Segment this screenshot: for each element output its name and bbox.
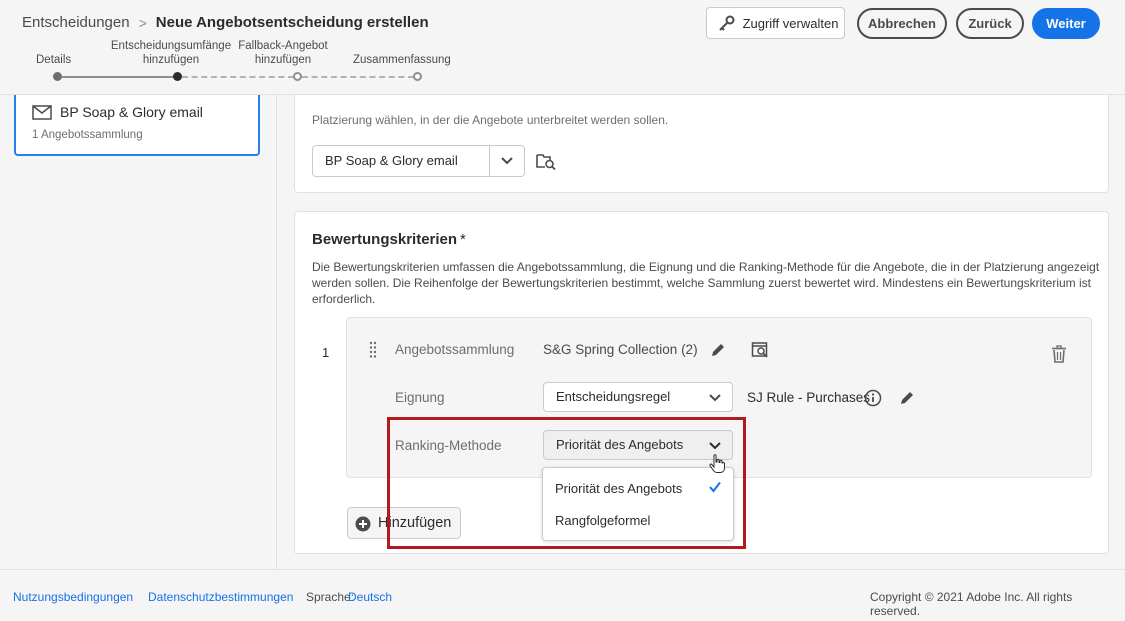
chevron-down-icon (501, 157, 513, 165)
add-circle-icon (355, 516, 371, 532)
trash-icon[interactable] (1051, 345, 1067, 363)
breadcrumb-separator: > (138, 14, 147, 31)
step-connector (62, 76, 174, 78)
criteria-heading-text: Bewertungskriterien (312, 231, 458, 248)
info-icon[interactable] (864, 389, 882, 407)
language-label: Sprache: (306, 590, 355, 604)
hand-cursor-icon (709, 454, 725, 473)
ranking-option-label: Priorität des Angebots (555, 481, 683, 496)
criteria-description: Die Bewertungskriterien umfassen die Ang… (312, 260, 1100, 306)
eligibility-select-value: Entscheidungsregel (556, 389, 671, 404)
back-button[interactable]: Zurück (956, 8, 1024, 39)
step-summary-label: Zusammenfassung (353, 54, 451, 66)
key-icon (719, 15, 735, 31)
step-details-label: Details (36, 54, 72, 66)
placement-card-name: BP Soap & Glory email (60, 104, 203, 120)
chevron-down-icon (709, 394, 721, 402)
step-connector (302, 76, 414, 78)
ranking-option-offer-priority[interactable]: Priorität des Angebots (543, 474, 733, 504)
step-indicator: Details Entscheidungsumfänge hinzufügen … (0, 36, 460, 86)
placement-card[interactable]: BP Soap & Glory email 1 Angebotssammlung (14, 95, 260, 156)
footer: Nutzungsbedingungen Datenschutzbestimmun… (0, 569, 1125, 621)
step-scopes-dot (173, 72, 182, 81)
criterion-number: 1 (322, 345, 330, 360)
ranking-method-popover: Priorität des Angebots Rangfolgeformel (542, 467, 734, 541)
step-scopes-line2: hinzufügen (142, 54, 200, 66)
step-fallback-line1: Fallback-Angebot (238, 40, 328, 52)
placement-hint: Platzierung wählen, in der die Angebote … (312, 113, 669, 127)
step-fallback-dot (293, 72, 302, 81)
criteria-heading: Bewertungskriterien * (312, 231, 466, 248)
language-link[interactable]: Deutsch (348, 590, 392, 604)
breadcrumb-parent-link[interactable]: Entscheidungen (22, 14, 130, 31)
edit-rule-icon[interactable] (899, 390, 915, 406)
privacy-link[interactable]: Datenschutzbestimmungen (148, 590, 293, 604)
placement-panel: Platzierung wählen, in der die Angebote … (294, 95, 1109, 193)
eligibility-label: Eignung (395, 390, 445, 405)
manage-access-label: Zugriff verwalten (742, 15, 839, 31)
cancel-button[interactable]: Abbrechen (857, 8, 947, 39)
placement-sidebar: BP Soap & Glory email 1 Angebotssammlung (0, 95, 277, 569)
ranking-option-label: Rangfolgeformel (555, 513, 651, 528)
step-fallback-line2: hinzufügen (254, 54, 312, 66)
step-summary-dot (413, 72, 422, 81)
select-divider (489, 146, 490, 176)
page-title: Neue Angebotsentscheidung erstellen (155, 14, 429, 31)
ranking-option-formula[interactable]: Rangfolgeformel (543, 506, 733, 536)
drag-handle-icon[interactable] (369, 341, 377, 359)
eligibility-select[interactable]: Entscheidungsregel (543, 382, 733, 412)
next-button[interactable]: Weiter (1032, 8, 1100, 39)
required-marker: * (460, 231, 466, 248)
step-connector (182, 76, 294, 78)
checkmark-icon (709, 481, 721, 493)
step-scopes-label: Entscheidungsumfänge hinzufügen (106, 39, 236, 67)
browse-placement-icon[interactable] (536, 152, 556, 170)
offer-collection-label: Angebotssammlung (395, 342, 515, 357)
copyright-text: Copyright © 2021 Adobe Inc. All rights r… (870, 590, 1073, 618)
header: Entscheidungen > Neue Angebotsentscheidu… (0, 0, 1125, 95)
step-fallback-label: Fallback-Angebot hinzufügen (228, 39, 338, 67)
placement-card-subtitle: 1 Angebotssammlung (32, 129, 143, 141)
step-scopes-line1: Entscheidungsumfänge (110, 40, 232, 52)
placement-select[interactable]: BP Soap & Glory email (312, 145, 525, 177)
manage-access-button[interactable]: Zugriff verwalten (706, 7, 845, 39)
breadcrumb: Entscheidungen > Neue Angebotsentscheidu… (22, 14, 429, 31)
offer-collection-value: S&G Spring Collection (2) (543, 342, 698, 357)
browse-collection-icon[interactable] (751, 341, 771, 359)
edit-collection-icon[interactable] (710, 342, 726, 358)
rule-name: SJ Rule - Purchases (747, 390, 871, 405)
mail-icon (32, 105, 52, 120)
placement-select-value: BP Soap & Glory email (325, 153, 458, 168)
step-details-dot (53, 72, 62, 81)
terms-link[interactable]: Nutzungsbedingungen (13, 590, 133, 604)
